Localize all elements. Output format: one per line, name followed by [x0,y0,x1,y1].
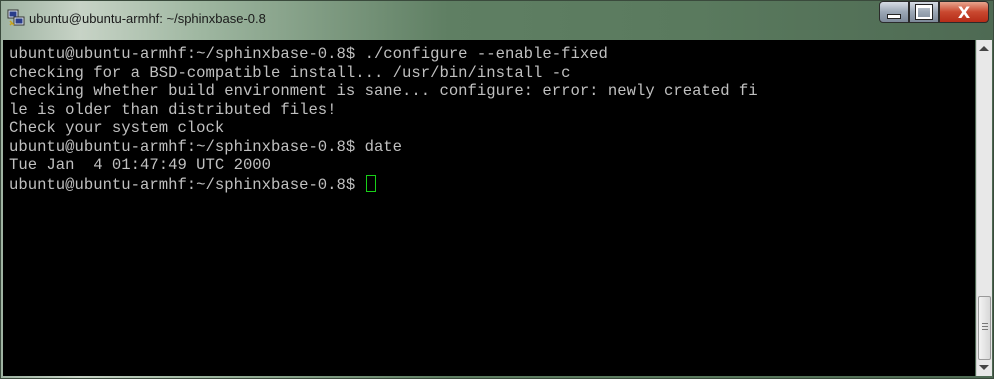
scrollbar-thumb[interactable] [978,296,991,360]
terminal-line: Check your system clock [9,119,225,137]
close-icon: X [957,2,971,22]
terminal-line: checking for a BSD-compatible install...… [9,63,571,82]
putty-icon[interactable] [7,9,25,27]
close-button[interactable]: X [939,1,989,23]
terminal-line: checking whether build environment is sa… [9,82,758,100]
window-controls: X [879,1,989,23]
terminal-line: ubuntu@ubuntu-armhf:~/sphinxbase-0.8$ da… [9,137,403,156]
terminal-line: ubuntu@ubuntu-armhf:~/sphinxbase-0.8$ ./… [9,45,608,63]
scroll-down-arrow-icon[interactable] [979,365,989,370]
minimize-icon [887,13,901,19]
maximize-button[interactable] [909,1,939,23]
title-bar[interactable]: ubuntu@ubuntu-armhf: ~/sphinxbase-0.8 X [1,1,993,39]
terminal-line: Tue Jan 4 01:47:49 UTC 2000 [9,156,272,174]
terminal-output[interactable]: ubuntu@ubuntu-armhf:~/sphinxbase-0.8$ ./… [3,40,975,376]
scroll-up-arrow-icon[interactable] [979,46,989,51]
prompt-text: ubuntu@ubuntu-armhf:~/sphinxbase-0.8$ [9,175,365,194]
terminal-prompt-line: ubuntu@ubuntu-armhf:~/sphinxbase-0.8$ [9,174,975,194]
text-cursor [365,174,376,192]
terminal-window: ubuntu@ubuntu-armhf: ~/sphinxbase-0.8 X … [0,0,994,379]
vertical-scrollbar[interactable] [976,40,992,376]
grip-icon [982,323,988,331]
terminal-line: le is older than distributed files! [9,100,337,119]
minimize-button[interactable] [879,1,909,23]
maximize-icon [915,4,933,20]
window-title: ubuntu@ubuntu-armhf: ~/sphinxbase-0.8 [29,11,266,26]
